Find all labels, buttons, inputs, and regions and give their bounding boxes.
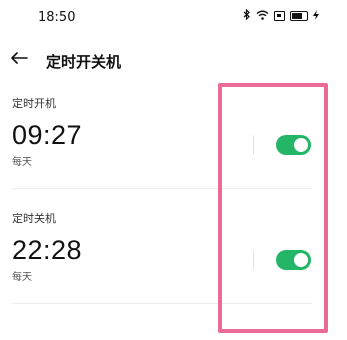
power-on-section-label: 定时开机: [12, 97, 56, 110]
arrow-left-icon: [10, 50, 28, 69]
page-title: 定时开关机: [46, 53, 122, 71]
highlight-box: [218, 83, 328, 333]
status-time: 18:50: [38, 10, 76, 25]
power-off-time[interactable]: 22:28: [12, 235, 82, 266]
battery-icon: [290, 11, 308, 21]
back-button[interactable]: [8, 48, 30, 70]
power-off-section-label: 定时关机: [12, 212, 56, 225]
power-off-repeat: 每天: [12, 272, 32, 283]
header: 定时开关机: [0, 40, 347, 80]
status-bar: 18:50: [0, 0, 347, 34]
wifi-icon: [256, 10, 269, 23]
charging-icon: [313, 9, 319, 23]
bluetooth-icon: [243, 8, 251, 23]
power-on-repeat: 每天: [12, 157, 32, 168]
screen-icon: [274, 11, 285, 21]
status-icons: [243, 8, 319, 23]
power-on-time[interactable]: 09:27: [12, 120, 82, 151]
